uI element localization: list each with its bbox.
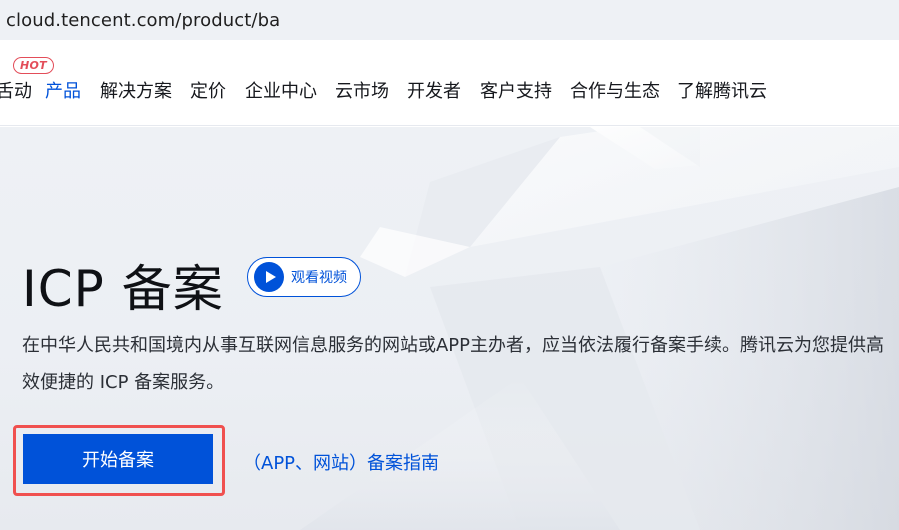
nav-item-products[interactable]: 产品 — [45, 77, 81, 103]
address-bar[interactable]: cloud.tencent.com/product/ba — [0, 0, 899, 40]
nav-item-support[interactable]: 客户支持 — [480, 77, 552, 103]
page-title: ICP 备案 — [22, 260, 224, 318]
nav-item-enterprise[interactable]: 企业中心 — [245, 77, 317, 103]
nav-item-marketplace[interactable]: 云市场 — [335, 77, 389, 103]
start-filing-button[interactable]: 开始备案 — [23, 434, 213, 484]
hero-description: 在中华人民共和国境内从事互联网信息服务的网站或APP主办者，应当依法履行备案手续… — [22, 335, 885, 393]
nav-item-developers[interactable]: 开发者 — [407, 77, 461, 103]
hot-badge: HOT — [13, 57, 54, 74]
nav-item-solutions[interactable]: 解决方案 — [100, 77, 172, 103]
nav-item-activity[interactable]: 舌动 — [0, 77, 32, 103]
nav-item-about[interactable]: 了解腾讯云 — [677, 77, 767, 103]
top-navigation: 舌动 HOT 产品 解决方案 定价 企业中心 云市场 开发者 客户支持 合作与生… — [0, 48, 899, 126]
url-text[interactable]: cloud.tencent.com/product/ba — [6, 10, 280, 31]
filing-guide-link[interactable]: （APP、网站）备案指南 — [243, 449, 439, 475]
hero-banner: ICP 备案 观看视频 在中华人民共和国境内从事互联网信息服务的网站或APP主办… — [0, 127, 899, 530]
nav-item-pricing[interactable]: 定价 — [190, 77, 226, 103]
play-icon — [254, 262, 284, 292]
nav-item-partners[interactable]: 合作与生态 — [570, 77, 660, 103]
page: cloud.tencent.com/product/ba 舌动 HOT 产品 解… — [0, 0, 899, 530]
watch-video-label: 观看视频 — [291, 270, 347, 286]
watch-video-button[interactable]: 观看视频 — [247, 257, 361, 297]
